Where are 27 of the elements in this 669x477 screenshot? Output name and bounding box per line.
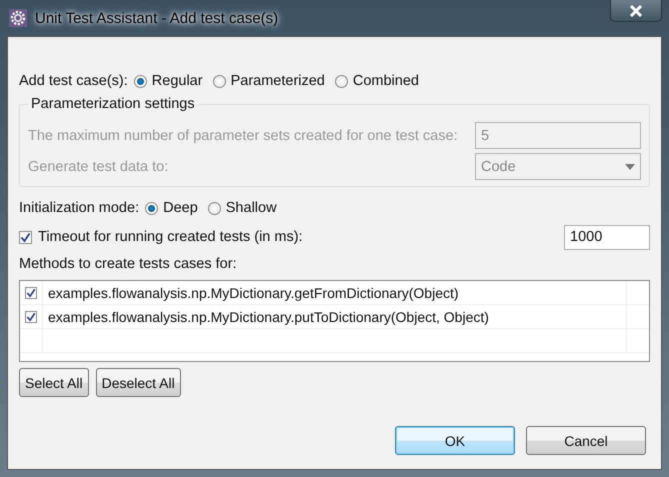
list-button[interactable]: Deselect All [96, 368, 181, 397]
close-icon [629, 4, 643, 16]
checkmark-icon [20, 232, 31, 242]
checkmark-icon [26, 288, 36, 298]
radio-option[interactable]: Regular [134, 73, 203, 89]
checkmark-icon [26, 312, 36, 322]
radio-option[interactable]: Parameterized [212, 73, 325, 89]
radio-option[interactable]: Shallow [208, 200, 277, 216]
field-label: Generate test data to: [28, 158, 168, 174]
radio-option[interactable]: Deep [145, 200, 198, 216]
close-button[interactable] [610, 0, 662, 22]
field-label: Add test case(s): [19, 73, 128, 89]
gear-icon [9, 9, 27, 27]
list-label: Methods to create tests cases for: [19, 256, 238, 274]
list-item[interactable]: examples.flowanalysis.np.MyDictionary.getFromDictionary(Object) [20, 281, 649, 305]
dialog-button[interactable]: OK [395, 426, 515, 455]
checkbox-option[interactable]: Timeout for running created tests (in ms): [19, 229, 303, 245]
window-title: Unit Test Assistant - Add test case(s) [35, 10, 278, 26]
input-field[interactable]: 1000 [564, 224, 650, 250]
list-item[interactable]: examples.flowanalysis.np.MyDictionary.putToDictionary(Object, Object) [20, 305, 649, 329]
field-label: The maximum number of parameter sets created for one test case: [28, 128, 458, 144]
group-title: Parameterization settings [30, 96, 196, 112]
dialog-button[interactable]: Cancel [526, 426, 646, 455]
list-button[interactable]: Select All [19, 368, 89, 397]
caret-icon [625, 164, 635, 170]
field-label: Initialization mode: [19, 200, 140, 216]
radio-option[interactable]: Combined [334, 73, 419, 89]
